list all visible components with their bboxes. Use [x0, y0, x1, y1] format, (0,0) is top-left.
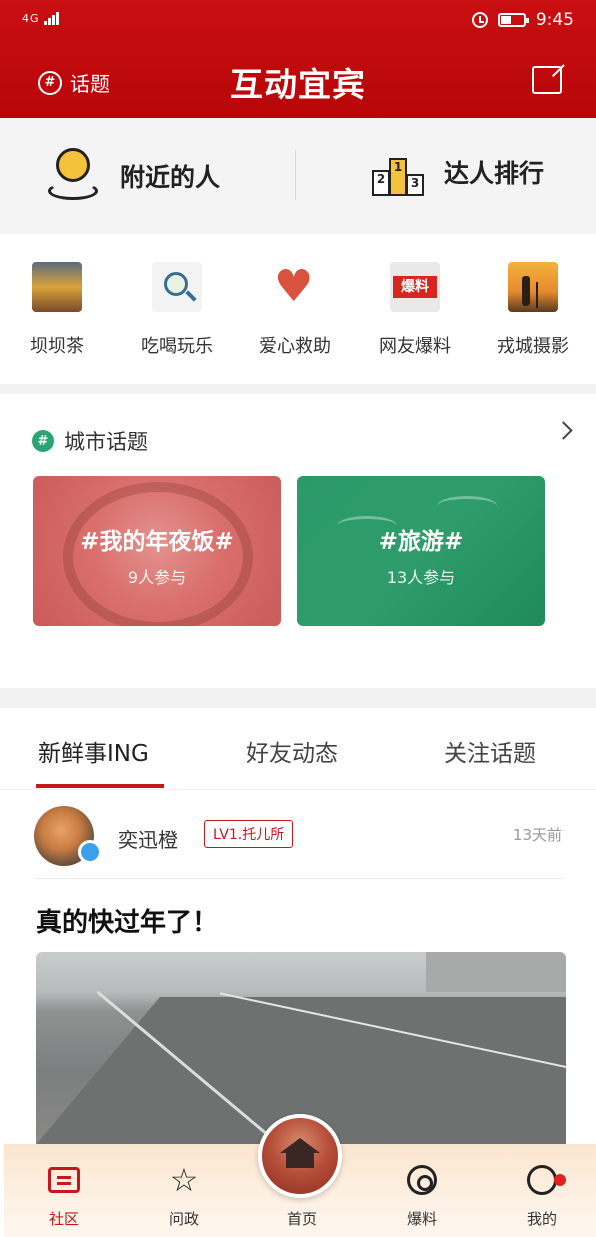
section-gap [0, 688, 596, 708]
city-topics-section: # 城市话题 #我的年夜饭# 9人参与 #旅游# 13人参与 [0, 394, 596, 688]
status-bar: 4G 9:45 [0, 0, 596, 44]
category-tea[interactable]: 坝坝茶 [2, 262, 112, 358]
category-label: 戎城摄影 [497, 336, 569, 357]
nav-label: 首页 [286, 1210, 317, 1228]
category-charity[interactable]: ♥ 爱心救助 [240, 262, 350, 358]
topic-participants: 13人参与 [386, 568, 456, 587]
chat-icon [48, 1167, 80, 1193]
page-title: 互动宜宾 [230, 65, 366, 104]
post-username[interactable]: 奕迅橙 [118, 824, 178, 853]
feed-tabs: 新鲜事ING 好友动态 关注话题 [0, 708, 596, 790]
tab-fresh[interactable]: 新鲜事ING [38, 734, 149, 768]
city-topics-title: 城市话题 [64, 430, 148, 454]
tea-thumbnail [32, 262, 82, 312]
category-food-fun[interactable]: 吃喝玩乐 [122, 262, 232, 358]
home-icon[interactable] [258, 1114, 342, 1198]
category-label: 吃喝玩乐 [141, 336, 213, 357]
compose-icon[interactable] [532, 66, 562, 94]
tab-followed-topics[interactable]: 关注话题 [444, 734, 536, 768]
network-type: 4G [22, 12, 40, 25]
topic-card-travel[interactable]: #旅游# 13人参与 [297, 476, 545, 626]
nav-community[interactable]: 社区 [24, 1162, 104, 1229]
nearby-people-label: 附近的人 [120, 163, 221, 192]
battery-icon [497, 13, 529, 27]
hook-icon [407, 1165, 437, 1195]
chevron-right-icon[interactable] [554, 421, 573, 440]
section-gap [0, 384, 596, 394]
signal-indicator: 4G [22, 12, 60, 25]
verified-badge-icon [78, 840, 102, 864]
tipoff-thumb-text: 爆料 [393, 276, 437, 298]
heart-thumbnail: ♥ [270, 262, 320, 312]
signal-bars-icon [44, 12, 60, 25]
nearby-people-button[interactable]: 附近的人 [46, 148, 220, 204]
level-badge: LV1.托儿所 [204, 820, 294, 848]
post-title[interactable]: 真的快过年了！ [36, 902, 218, 939]
nav-inquiry[interactable]: ☆ 问政 [144, 1161, 224, 1229]
status-right: 9:45 [471, 10, 574, 30]
topic-card-new-year-dinner[interactable]: #我的年夜饭# 9人参与 [33, 476, 281, 626]
category-photography[interactable]: 戎城摄影 [478, 262, 588, 358]
city-topics-header[interactable]: # 城市话题 [32, 426, 148, 456]
quick-actions: 附近的人 213 达人排行 [0, 118, 596, 234]
category-label: 坝坝茶 [30, 336, 84, 357]
app-header: 4G 9:45 # 话题 互动宜宾 [0, 0, 596, 118]
clock: 9:45 [535, 10, 574, 30]
divider [34, 878, 564, 879]
bird-image [437, 496, 497, 516]
post-time: 13天前 [512, 826, 562, 844]
nav-profile[interactable]: 我的 [502, 1162, 582, 1229]
nav-label: 社区 [48, 1210, 79, 1228]
photographer-thumbnail [508, 262, 558, 312]
hash-badge-icon: # [32, 430, 54, 452]
ranking-button[interactable]: 213 达人排行 [372, 148, 544, 196]
person-location-icon [46, 148, 102, 204]
category-label: 爱心救助 [259, 336, 331, 357]
profile-icon [527, 1165, 557, 1195]
nav-label: 问政 [168, 1210, 199, 1228]
bird-image [337, 516, 397, 536]
nav-tipoff[interactable]: 爆料 [382, 1162, 462, 1229]
category-tipoff[interactable]: 爆料 网友爆料 [360, 262, 470, 358]
podium-icon: 213 [372, 148, 426, 196]
tab-friends[interactable]: 好友动态 [246, 734, 338, 768]
nav-label: 我的 [526, 1210, 557, 1228]
food-bowl-image [63, 482, 253, 626]
magnifier-thumbnail [152, 262, 202, 312]
active-tab-indicator [36, 784, 164, 788]
category-grid: 坝坝茶 吃喝玩乐 ♥ 爱心救助 爆料 网友爆料 戎城摄影 [0, 234, 596, 384]
alarm-icon [471, 12, 488, 28]
divider [295, 150, 296, 200]
star-icon: ☆ [169, 1161, 199, 1199]
notification-dot [554, 1174, 566, 1186]
topic-participants: 9人参与 [127, 568, 187, 587]
category-label: 网友爆料 [379, 336, 451, 357]
tipoff-thumbnail: 爆料 [390, 262, 440, 312]
ranking-label: 达人排行 [444, 159, 545, 188]
nav-label: 爆料 [406, 1210, 437, 1228]
topic-title: #旅游# [378, 529, 464, 555]
